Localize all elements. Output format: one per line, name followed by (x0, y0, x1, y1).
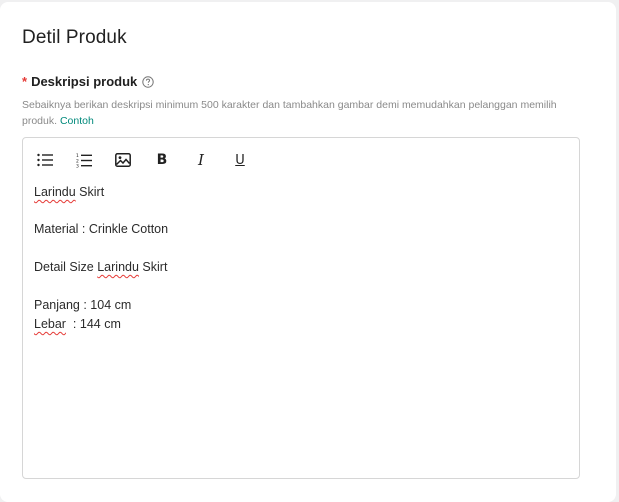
content-line: Panjang : 104 cm (34, 298, 132, 312)
svg-text:1: 1 (76, 153, 79, 159)
bullet-list-icon (37, 153, 53, 167)
product-detail-card: Detil Produk * Deskripsi produk Sebaikny… (0, 2, 616, 502)
underline-button[interactable]: U (230, 150, 250, 170)
numbered-list-button[interactable]: 1 2 3 (74, 150, 94, 170)
content-line: Larindu Skirt (34, 183, 104, 201)
content-line: Detail Size Larindu Skirt (34, 258, 167, 276)
description-editor[interactable]: 1 2 3 B I U Larindu Skirt Material: Cri… (22, 137, 580, 479)
numbered-list-icon: 1 2 3 (76, 153, 92, 168)
help-text: Sebaiknya berikan deskripsi minimum 500 … (22, 97, 592, 129)
question-circle-icon[interactable] (142, 75, 154, 88)
editor-toolbar: 1 2 3 B I U (35, 150, 269, 170)
content-line: Lebar : 144 cm (34, 315, 121, 333)
content-text: Skirt (138, 260, 168, 274)
content-line: Material : Crinkle Cotton (34, 222, 169, 236)
help-text-body: Sebaiknya berikan deskripsi minimum 500 … (22, 99, 557, 127)
insert-image-button[interactable] (113, 150, 133, 170)
bullet-list-button[interactable] (35, 150, 55, 170)
content-text: Detail Size (34, 260, 98, 274)
content-text: : 144 cm (65, 317, 121, 331)
field-label: * Deskripsi produk (22, 74, 154, 89)
image-icon (115, 153, 131, 167)
misspelled-word: Larindu (97, 260, 139, 274)
misspelled-word: Larindu (34, 185, 76, 199)
field-label-text: Deskripsi produk (31, 74, 138, 89)
svg-text:2: 2 (76, 158, 79, 164)
required-mark: * (22, 74, 28, 89)
section-title: Detil Produk (22, 27, 127, 48)
misspelled-word: Lebar (34, 317, 66, 331)
example-link[interactable]: Contoh (60, 115, 94, 127)
italic-button[interactable]: I (191, 150, 211, 170)
svg-text:3: 3 (76, 163, 79, 168)
bold-button[interactable]: B (152, 150, 172, 170)
content-text: Skirt (75, 185, 105, 199)
